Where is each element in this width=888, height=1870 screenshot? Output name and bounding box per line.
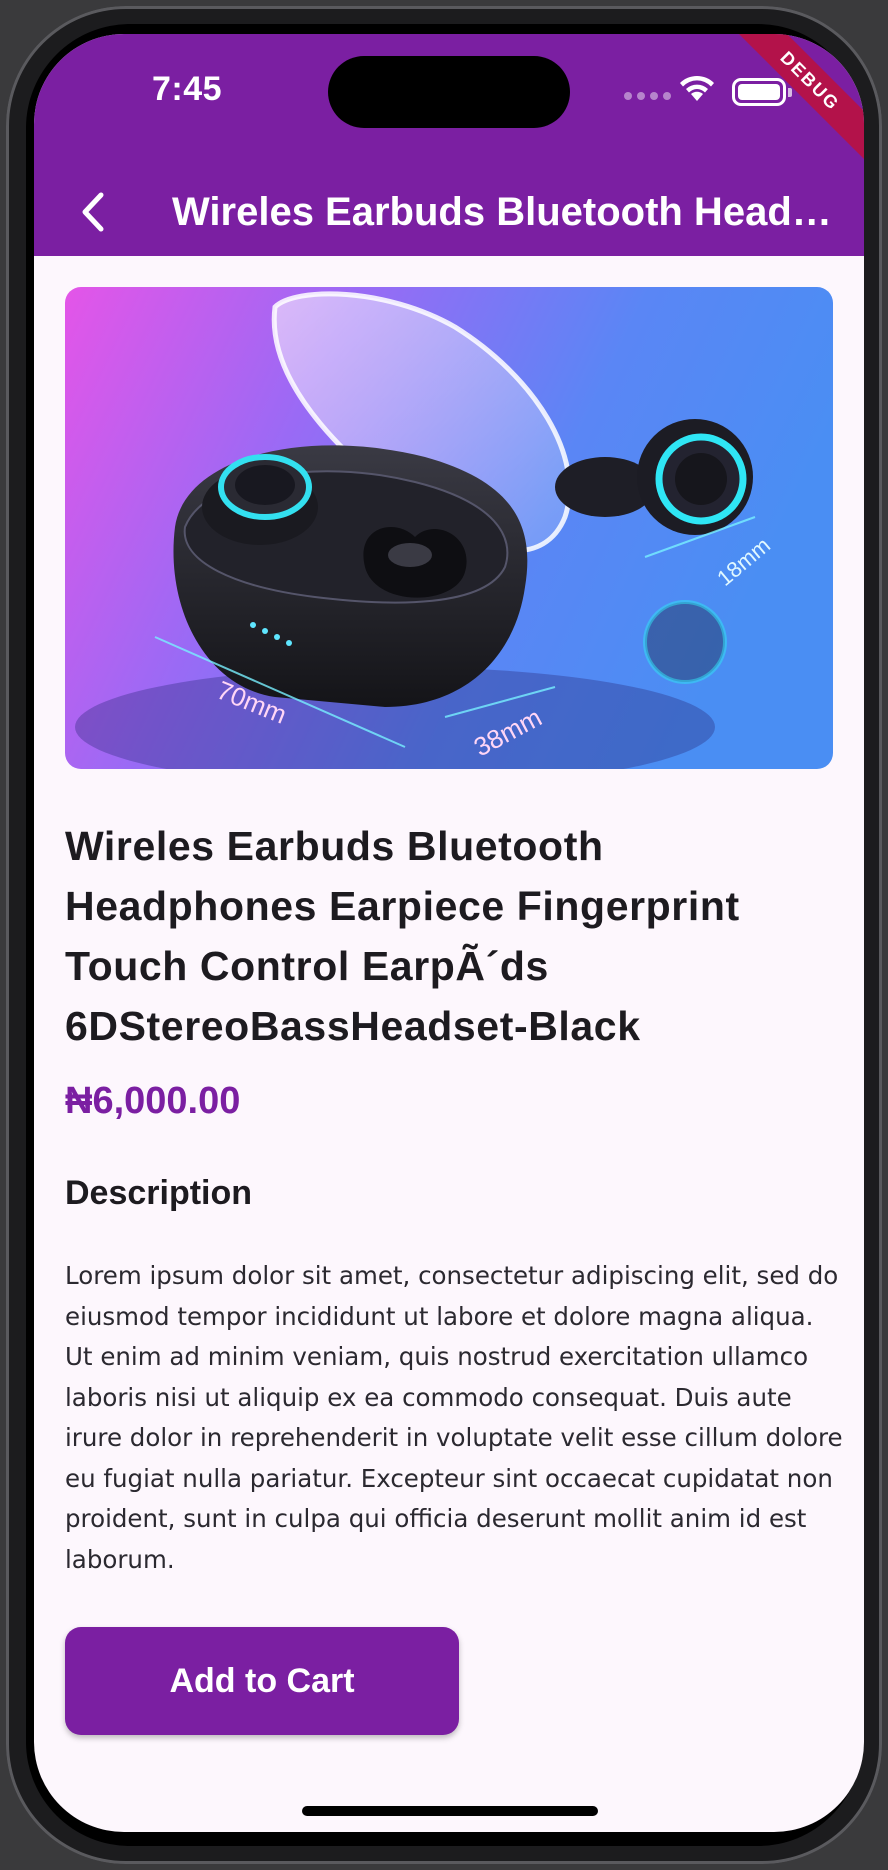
- back-button[interactable]: [64, 182, 124, 242]
- app-screen: 7:45 DEBUG Wireles Earbuds Bluetooth Hea…: [34, 34, 864, 1832]
- battery-icon: [732, 78, 792, 106]
- product-price: ₦6,000.00: [65, 1080, 241, 1122]
- product-image: 70mm 38mm 18mm: [65, 287, 833, 769]
- dynamic-island: [328, 56, 570, 128]
- wifi-icon: [678, 72, 716, 107]
- home-indicator[interactable]: [302, 1806, 598, 1816]
- description-text: Lorem ipsum dolor sit amet, consectetur …: [65, 1261, 843, 1574]
- cellular-signal-icon: [624, 92, 671, 100]
- app-bar-title: Wireles Earbuds Bluetooth Headphones Ear…: [172, 190, 832, 234]
- app-bar: 7:45 DEBUG Wireles Earbuds Bluetooth Hea…: [34, 34, 864, 256]
- product-title: Wireles Earbuds Bluetooth Headphones Ear…: [65, 823, 740, 1049]
- status-time: 7:45: [152, 70, 223, 108]
- description-heading: Description: [65, 1174, 253, 1212]
- chevron-left-icon: [82, 192, 104, 232]
- add-to-cart-button[interactable]: Add to Cart: [65, 1627, 459, 1735]
